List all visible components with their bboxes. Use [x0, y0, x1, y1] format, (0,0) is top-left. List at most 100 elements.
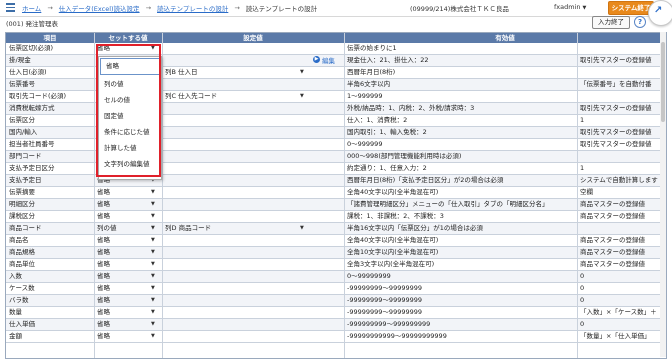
chevron-down-icon: ▼ — [151, 321, 155, 327]
default-value-text: 0 — [580, 320, 585, 328]
setting-value-text — [165, 175, 305, 186]
default-value-text: 0 — [580, 296, 585, 304]
setting-value-text — [165, 295, 305, 306]
setting-value-text — [165, 247, 305, 258]
chevron-down-icon[interactable]: ▼ — [300, 93, 304, 99]
menu-icon[interactable] — [6, 3, 15, 12]
valid-value-text: -99999999999～99999999999 — [347, 332, 447, 340]
default-value-text: 取引先マスターの登録値 — [580, 140, 652, 148]
column-header-set-value: セットする値 — [108, 34, 148, 42]
setting-value-text — [165, 79, 305, 90]
set-value-select[interactable]: 省略 ▼ — [97, 272, 157, 281]
default-value-text: 1 — [580, 116, 585, 124]
valid-value-text: -999999999～999999999 — [347, 320, 431, 328]
table-row: 仕入単価 省略 ▼ -999999999～999999999 0 — [6, 319, 666, 331]
chevron-down-icon[interactable]: ▼ — [300, 225, 304, 231]
setting-value-text — [165, 307, 305, 318]
default-value-text: 取引先マスターの登録値 — [580, 104, 652, 112]
set-value-select[interactable]: 省略 ▼ — [97, 332, 157, 341]
valid-value-text: 000～998(部門管理機能利用時は必須) — [347, 152, 462, 160]
breadcrumb-template-design[interactable]: 読込テンプレートの設計 — [157, 3, 228, 13]
breadcrumb-current: 読込テンプレートの設計 — [245, 5, 318, 13]
valid-value-text: 現金仕入：21、掛仕入：22 — [347, 56, 429, 64]
valid-value-text: 仕入：1、消費税：2 — [347, 116, 408, 124]
set-value-text: 省略 — [97, 296, 110, 304]
chevron-down-icon: ▼ — [151, 225, 155, 231]
set-value-text: 省略 — [97, 248, 110, 256]
set-value-select[interactable]: 省略 ▼ — [97, 212, 157, 221]
breadcrumb-home[interactable]: ホーム — [22, 3, 41, 13]
row-item-label: 取引先コード(必須) — [9, 92, 67, 100]
default-value-text — [580, 43, 666, 54]
chevron-down-icon: ▼ — [151, 237, 155, 243]
input-end-button[interactable]: 入力終了 — [592, 16, 630, 29]
user-menu[interactable]: fxadmin ▼ — [554, 3, 586, 11]
row-item-label: 金額 — [9, 332, 22, 340]
valid-value-text: -99999999～99999999 — [347, 284, 423, 292]
set-value-select[interactable]: 省略 ▼ — [97, 200, 157, 209]
default-value-text — [580, 151, 666, 162]
breadcrumb-separator: → — [145, 4, 152, 12]
help-icon[interactable]: ? — [634, 16, 646, 28]
table-row: 商品名 省略 ▼ 全角40文字以内(全半角混在可) 商品マスターの登録値 — [6, 235, 666, 247]
row-item-label: 仕入単価 — [9, 320, 35, 328]
set-value-text: 省略 — [97, 320, 110, 328]
set-value-select[interactable]: 省略 ▼ — [97, 188, 157, 197]
table-row: 数量 省略 ▼ -99999999～99999999 「入数」×「ケース数」＋ — [6, 307, 666, 319]
chevron-down-icon: ▼ — [151, 297, 155, 303]
valid-value-text: 0～999999 — [347, 140, 383, 148]
setting-value-text — [165, 187, 305, 198]
row-item-label: 伝票番号 — [9, 80, 35, 88]
table-row: 明細区分 省略 ▼ 「諸費管理明細区分」メニューの「仕入取引」タブの「明細区分名」 商品… — [6, 199, 666, 211]
row-item-label: 商品名 — [9, 236, 29, 244]
set-value-text: 省略 — [97, 236, 110, 244]
set-value-select[interactable]: 省略 ▼ — [97, 284, 157, 293]
valid-value-text: 西暦年月日(8桁)「支払予定日区分」が2の場合は必須 — [347, 176, 504, 184]
user-name: fxadmin — [554, 3, 581, 11]
set-value-select[interactable]: 省略 ▼ — [97, 320, 157, 329]
set-value-select[interactable]: 省略 ▼ — [97, 260, 157, 269]
default-value-text: 1 — [580, 164, 585, 172]
chevron-down-icon: ▼ — [151, 273, 155, 279]
table-row: 課税区分 省略 ▼ 課税：1、非課税：2、不課税：3 商品マスターの登録値 — [6, 211, 666, 223]
table-row: 商品規格 省略 ▼ 全角10文字以内(全半角混在可) 商品マスターの登録値 — [6, 247, 666, 259]
set-value-select[interactable]: 省略 ▼ — [97, 296, 157, 305]
edit-link[interactable]: 編集 — [322, 55, 335, 65]
default-value-text: 商品マスターの登録値 — [580, 212, 645, 220]
set-value-select[interactable]: 省略 ▼ — [97, 248, 157, 257]
table-row: 商品単位 省略 ▼ 全角3文字以内(全半角混在可) 商品マスターの登録値 — [6, 259, 666, 271]
top-bar: ホーム → 仕入データ(Excel)読込設定 → 読込テンプレートの設計 → 読… — [0, 0, 672, 26]
set-value-select[interactable]: 省略 ▼ — [97, 308, 157, 317]
valid-value-text: 約定通り：1、任意入力：2 — [347, 164, 427, 172]
chevron-down-icon[interactable]: ▼ — [300, 69, 304, 75]
table-row: 伝票摘要 省略 ▼ 全角40文字以内(全半角混在可) 空欄 — [6, 187, 666, 199]
row-item-label: 明細区分 — [9, 200, 35, 208]
row-item-label: 伝票区切(必須) — [9, 44, 54, 52]
scrollbar-thumb[interactable] — [661, 42, 665, 122]
valid-value-text: 1～999999 — [347, 92, 383, 100]
set-value-text: 省略 — [97, 284, 110, 292]
table-row: 入数 省略 ▼ 0～99999999 0 — [6, 271, 666, 283]
row-item-label: 担当者社員番号 — [9, 140, 55, 148]
setting-value-text: 列B 仕入日 — [165, 68, 198, 76]
default-value-text: 商品マスターの登録値 — [580, 248, 645, 256]
valid-value-text: 伝票の始まりに1 — [347, 44, 397, 52]
valid-value-text: 0～99999999 — [347, 272, 391, 280]
column-header-item: 項目 — [43, 34, 57, 42]
chevron-down-icon: ▼ — [151, 333, 155, 339]
setting-value-text — [165, 43, 305, 54]
set-value-select[interactable]: 省略 ▼ — [97, 236, 157, 245]
row-item-label: 商品コード — [9, 224, 42, 232]
row-item-label: 伝票摘要 — [9, 188, 35, 196]
column-header-valid-value: 有効値 — [495, 34, 515, 42]
setting-value-text: 列C 仕入先コード — [165, 92, 218, 100]
setting-value-text — [165, 199, 305, 210]
set-value-select[interactable]: 列の値 ▼ — [97, 224, 157, 233]
setting-value-text — [165, 115, 305, 126]
default-value-text: 商品マスターの登録値 — [580, 200, 645, 208]
valid-value-text: 全角3文字以内(全半角混在可) — [347, 260, 435, 268]
row-item-label: バラ数 — [9, 296, 29, 304]
edit-icon[interactable]: ▶ — [313, 56, 320, 63]
breadcrumb-import-settings[interactable]: 仕入データ(Excel)読込設定 — [59, 3, 140, 13]
setting-value-text — [165, 235, 305, 246]
